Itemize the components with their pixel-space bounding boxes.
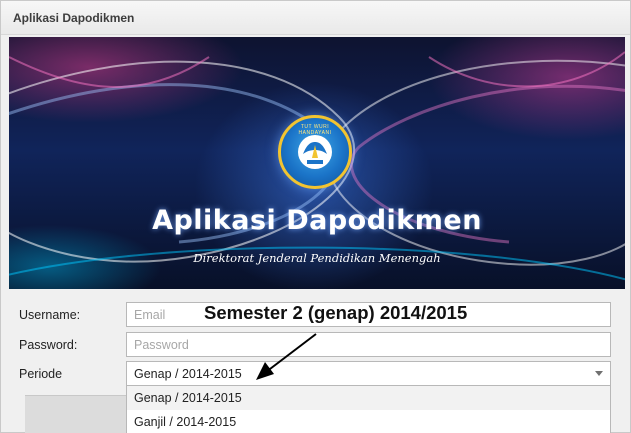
banner-subtitle: Direktorat Jenderal Pendidikan Menengah [193, 251, 441, 265]
window-title: Aplikasi Dapodikmen [13, 11, 135, 25]
periode-option[interactable]: Genap / 2014-2015 [127, 386, 610, 410]
username-label: Username: [19, 308, 81, 322]
periode-dropdown-list: Genap / 2014-2015 Ganjil / 2014-2015 [126, 386, 611, 433]
window-titlebar[interactable]: Aplikasi Dapodikmen [1, 1, 630, 35]
chevron-down-icon[interactable] [595, 371, 603, 376]
password-input[interactable] [126, 332, 611, 357]
periode-label: Periode [19, 367, 63, 381]
logo-emblem-icon [298, 135, 332, 169]
app-banner: TUT WURI HANDAYANI Aplikasi Dapodikmen D… [9, 37, 625, 289]
login-button-area [25, 395, 126, 433]
password-row: Password: [1, 332, 630, 358]
periode-option[interactable]: Ganjil / 2014-2015 [127, 410, 610, 433]
password-label: Password: [19, 338, 78, 352]
banner-title: Aplikasi Dapodikmen [152, 205, 482, 236]
periode-selected-value: Genap / 2014-2015 [134, 367, 242, 381]
periode-row: Periode Genap / 2014-2015 [1, 361, 630, 387]
annotation-label: Semester 2 (genap) 2014/2015 [204, 302, 468, 323]
periode-select[interactable]: Genap / 2014-2015 [126, 361, 611, 386]
tut-wuri-handayani-logo: TUT WURI HANDAYANI [278, 115, 352, 189]
login-window: Aplikasi Dapodikmen TUT WURI HANDAYANI A… [0, 0, 631, 433]
